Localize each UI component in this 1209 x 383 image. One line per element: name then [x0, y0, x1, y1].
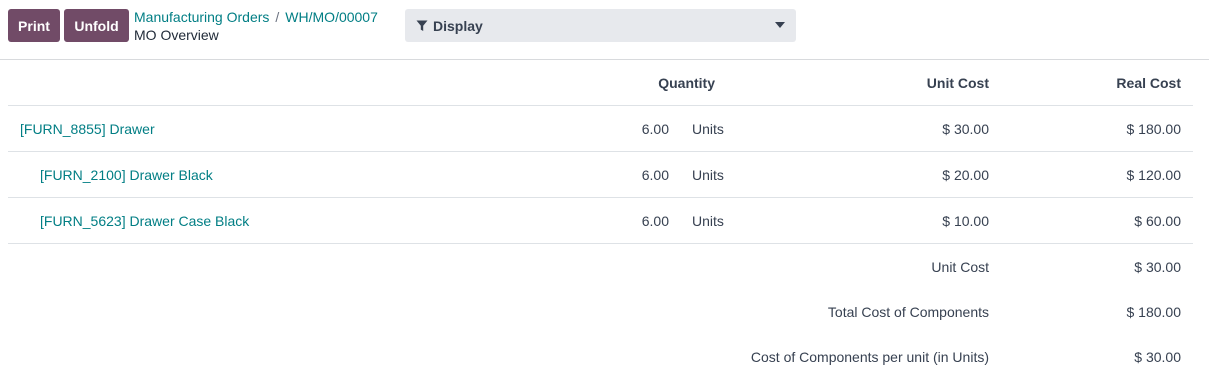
breadcrumb-record[interactable]: WH/MO/00007	[285, 9, 378, 25]
row-uom: Units	[692, 213, 724, 229]
display-dropdown[interactable]: Display	[405, 9, 796, 42]
row-uom: Units	[692, 121, 724, 137]
display-label: Display	[433, 17, 483, 34]
breadcrumb-manufacturing-orders[interactable]: Manufacturing Orders	[134, 9, 269, 25]
mo-overview-table: Quantity Unit Cost Real Cost [FURN_8855]…	[8, 60, 1193, 379]
component-link[interactable]: [FURN_2100] Drawer Black	[40, 152, 213, 198]
summary-row: Unit Cost $ 30.00	[8, 244, 1193, 289]
header-quantity: Quantity	[658, 75, 715, 91]
unfold-button[interactable]: Unfold	[64, 9, 129, 42]
component-link[interactable]: [FURN_5623] Drawer Case Black	[40, 198, 249, 244]
header-real-cost: Real Cost	[1116, 75, 1181, 91]
table-header: Quantity Unit Cost Real Cost	[8, 60, 1193, 106]
breadcrumb-separator: /	[275, 9, 280, 25]
row-uom: Units	[692, 167, 724, 183]
product-link[interactable]: [FURN_8855] Drawer	[20, 106, 155, 152]
summary-value: $ 180.00	[1126, 303, 1182, 320]
summary-label: Unit Cost	[931, 258, 989, 275]
caret-down-icon	[775, 22, 785, 28]
summary-label: Total Cost of Components	[827, 303, 989, 320]
row-real-cost: $ 120.00	[1126, 167, 1182, 183]
header-unit-cost: Unit Cost	[926, 75, 989, 91]
summary-value: $ 30.00	[1134, 348, 1181, 365]
summary-value: $ 30.00	[1134, 258, 1181, 275]
row-unit-cost: $ 10.00	[942, 213, 989, 229]
summary-row: Cost of Components per unit (in Units) $…	[8, 334, 1193, 379]
filter-icon	[416, 20, 428, 32]
row-quantity: 6.00	[641, 167, 669, 183]
row-quantity: 6.00	[641, 213, 669, 229]
control-panel: Print Unfold Manufacturing Orders / WH/MO/…	[0, 0, 1209, 60]
table-row: [FURN_8855] Drawer 6.00 Units $ 30.00 $ …	[8, 106, 1193, 152]
print-button[interactable]: Print	[8, 9, 60, 42]
row-real-cost: $ 60.00	[1134, 213, 1181, 229]
breadcrumb: Manufacturing Orders / WH/MO/00007	[134, 10, 378, 25]
table-row: [FURN_2100] Drawer Black 6.00 Units $ 20…	[8, 152, 1193, 198]
row-unit-cost: $ 20.00	[942, 167, 989, 183]
table-row: [FURN_5623] Drawer Case Black 6.00 Units…	[8, 198, 1193, 244]
summary-label: Cost of Components per unit (in Units)	[750, 348, 989, 365]
page-title: MO Overview	[134, 27, 219, 43]
row-quantity: 6.00	[641, 121, 669, 137]
row-unit-cost: $ 30.00	[942, 121, 989, 137]
row-real-cost: $ 180.00	[1126, 121, 1182, 137]
summary-row: Total Cost of Components $ 180.00	[8, 289, 1193, 334]
